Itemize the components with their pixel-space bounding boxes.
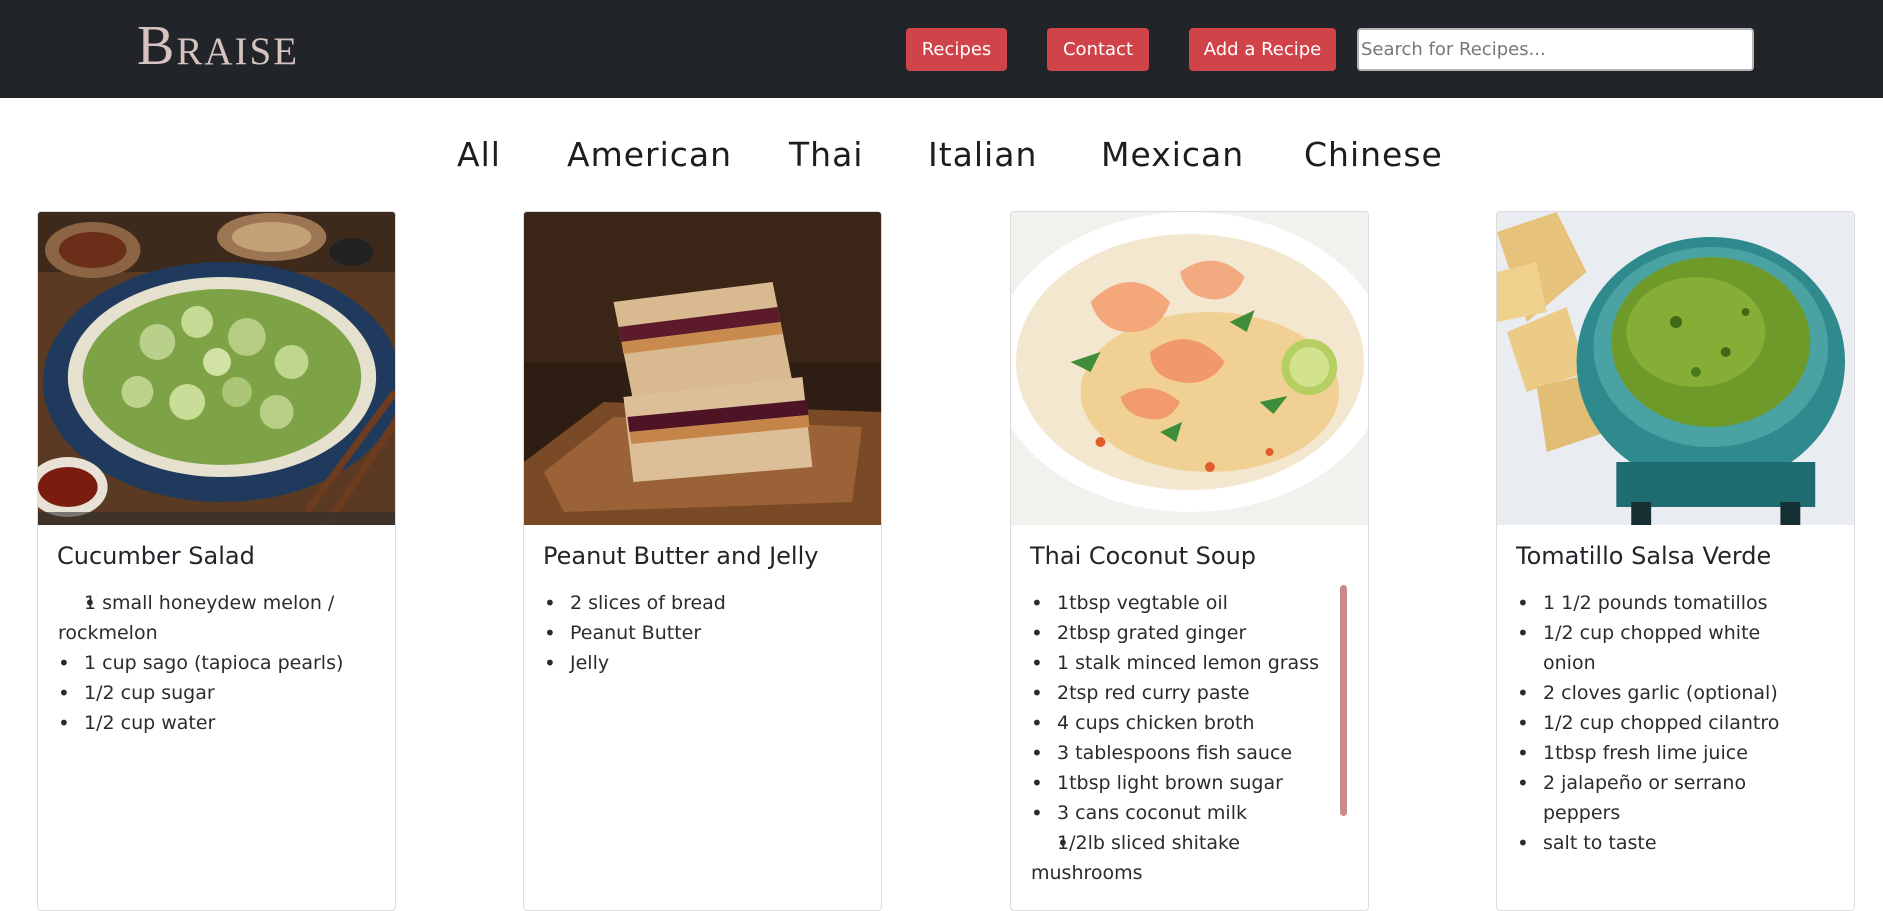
- filter-american[interactable]: American: [567, 131, 732, 179]
- ingredient-item: 1 1/2 pounds tomatillos: [1517, 588, 1817, 618]
- recipe-card-thai-coconut-soup[interactable]: Thai Coconut Soup 1tbsp vegtable oil 2tb…: [1010, 211, 1369, 911]
- recipe-title[interactable]: Cucumber Salad: [57, 542, 255, 570]
- ingredient-item: 1 stalk minced lemon grass: [1031, 648, 1331, 678]
- ingredient-item: 1tbsp light brown sugar: [1031, 768, 1331, 798]
- ingredient-item: 1 small honeydew melon / rockmelon: [58, 588, 358, 648]
- recipe-card-tomatillo-salsa-verde[interactable]: Tomatillo Salsa Verde 1 1/2 pounds tomat…: [1496, 211, 1855, 911]
- ingredient-item: 2 cloves garlic (optional): [1517, 678, 1817, 708]
- ingredient-item: 1/2 cup water: [58, 708, 358, 738]
- ingredient-item: salt to taste: [1517, 828, 1817, 858]
- recipe-image[interactable]: [524, 212, 881, 525]
- ingredient-item: 2 slices of bread: [544, 588, 844, 618]
- filter-mexican[interactable]: Mexican: [1101, 131, 1244, 179]
- ingredient-item: 1/2 cup chopped white onion: [1517, 618, 1817, 678]
- ingredient-item: 3 tablespoons fish sauce: [1031, 738, 1331, 768]
- ingredient-item: 3 cans coconut milk: [1031, 798, 1331, 828]
- ingredient-item: 1tbsp fresh lime juice: [1517, 738, 1817, 768]
- filter-all[interactable]: All: [457, 131, 501, 179]
- ingredient-list: 1 small honeydew melon / rockmelon 1 cup…: [38, 588, 358, 738]
- ingredient-list: 2 slices of bread Peanut Butter Jelly: [524, 588, 844, 678]
- ingredient-list: 1tbsp vegtable oil 2tbsp grated ginger 1…: [1011, 588, 1331, 888]
- contact-button[interactable]: Contact: [1047, 28, 1149, 71]
- ingredient-item: 1 cup sago (tapioca pearls): [58, 648, 358, 678]
- ingredient-item: 1/2 cup sugar: [58, 678, 358, 708]
- ingredient-item: 1/2 cup chopped cilantro: [1517, 708, 1817, 738]
- ingredient-list: 1 1/2 pounds tomatillos 1/2 cup chopped …: [1497, 588, 1817, 858]
- ingredient-scrollbar[interactable]: [1340, 585, 1347, 816]
- ingredient-item: 4 cups chicken broth: [1031, 708, 1331, 738]
- recipe-image[interactable]: [1497, 212, 1854, 525]
- recipe-title[interactable]: Tomatillo Salsa Verde: [1516, 542, 1771, 570]
- filter-chinese[interactable]: Chinese: [1304, 131, 1443, 179]
- filter-italian[interactable]: Italian: [928, 131, 1037, 179]
- ingredient-item: Peanut Butter: [544, 618, 844, 648]
- recipe-image[interactable]: [1011, 212, 1368, 525]
- ingredient-item: 1tbsp vegtable oil: [1031, 588, 1331, 618]
- recipe-title[interactable]: Peanut Butter and Jelly: [543, 542, 818, 570]
- recipe-image[interactable]: [38, 212, 395, 525]
- recipe-title[interactable]: Thai Coconut Soup: [1030, 542, 1256, 570]
- recipe-card-peanut-butter-and-jelly[interactable]: Peanut Butter and Jelly 2 slices of brea…: [523, 211, 882, 911]
- add-recipe-button[interactable]: Add a Recipe: [1189, 28, 1336, 71]
- navbar: Braise Recipes Contact Add a Recipe: [0, 0, 1883, 98]
- ingredient-item: 2tsp red curry paste: [1031, 678, 1331, 708]
- recipes-button[interactable]: Recipes: [906, 28, 1007, 71]
- brand-logo[interactable]: Braise: [137, 16, 299, 76]
- filter-thai[interactable]: Thai: [789, 131, 863, 179]
- ingredient-item: Jelly: [544, 648, 844, 678]
- recipe-card-cucumber-salad[interactable]: Cucumber Salad 1 small honeydew melon / …: [37, 211, 396, 911]
- ingredient-item: 1/2lb sliced shitake mushrooms: [1031, 828, 1331, 888]
- ingredient-item: 2tbsp grated ginger: [1031, 618, 1331, 648]
- search-input[interactable]: [1357, 28, 1754, 71]
- ingredient-item: 2 jalapeño or serrano peppers: [1517, 768, 1817, 828]
